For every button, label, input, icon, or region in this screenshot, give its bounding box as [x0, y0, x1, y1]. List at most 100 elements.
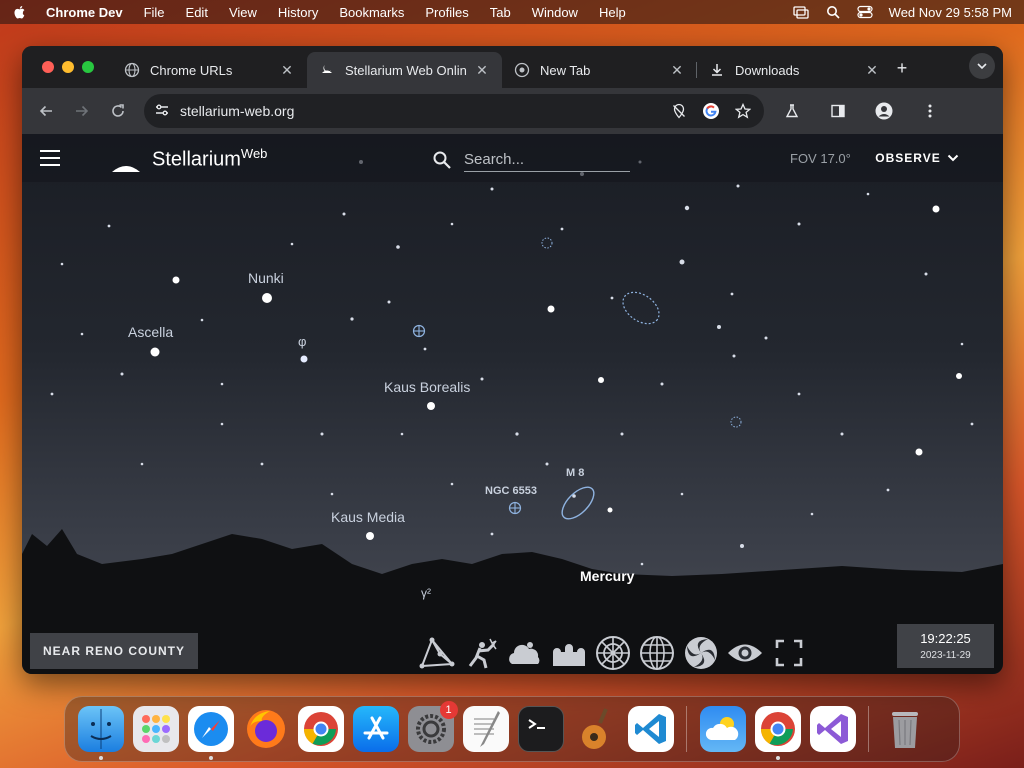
location-button[interactable]: NEAR RENO COUNTY	[30, 633, 198, 669]
star-label-ascella[interactable]: Ascella	[128, 324, 173, 340]
search-icon[interactable]	[432, 150, 452, 170]
close-tab-icon[interactable]: ✕	[669, 62, 685, 78]
dock-chrome[interactable]	[297, 706, 344, 752]
hamburger-menu-icon[interactable]	[40, 150, 60, 166]
menu-bookmarks[interactable]: Bookmarks	[339, 5, 404, 20]
dock-firefox[interactable]	[243, 706, 289, 752]
menu-edit[interactable]: Edit	[186, 5, 208, 20]
deep-sky-objects-icon[interactable]	[682, 634, 720, 672]
azimuthal-grid-icon[interactable]	[594, 634, 632, 672]
side-panel-icon[interactable]	[824, 97, 852, 125]
dock-garageband[interactable]	[573, 706, 619, 752]
dso-label-m8[interactable]: M 8	[566, 467, 584, 479]
minimize-window-button[interactable]	[62, 61, 74, 73]
landscape-icon[interactable]	[550, 634, 588, 672]
profile-icon[interactable]	[870, 97, 898, 125]
site-info-icon[interactable]	[154, 102, 170, 121]
chrome-dev-icon	[760, 712, 795, 746]
url-text[interactable]: stellarium-web.org	[180, 103, 658, 119]
close-window-button[interactable]	[42, 61, 54, 73]
forward-button[interactable]	[68, 97, 96, 125]
tab-new-tab[interactable]: New Tab ✕	[502, 52, 697, 88]
atmosphere-icon[interactable]	[506, 634, 544, 672]
dock-system-settings[interactable]: 1	[407, 701, 458, 752]
spotlight-search-icon[interactable]	[825, 5, 841, 19]
sky-view[interactable]: StellariumWeb FOV 17.0° OBSERVE Nunki As…	[22, 134, 1003, 674]
chrome-icon	[303, 712, 338, 746]
dock-finder[interactable]	[77, 706, 124, 760]
more-menu-icon[interactable]	[916, 97, 944, 125]
menu-window[interactable]: Window	[532, 5, 578, 20]
tab-downloads[interactable]: Downloads ✕	[697, 52, 892, 88]
reload-icon	[112, 104, 124, 117]
star-label-gamma2[interactable]: γ²	[421, 586, 431, 600]
dock-separator	[868, 706, 869, 752]
apple-icon[interactable]	[12, 4, 28, 20]
datetime-button[interactable]: 19:22:25 2023-11-29	[897, 624, 994, 668]
dock-safari[interactable]	[187, 706, 234, 760]
constellation-art-icon[interactable]	[462, 634, 500, 672]
fullscreen-icon[interactable]	[770, 634, 808, 672]
firefox-icon	[246, 710, 285, 748]
google-icon[interactable]	[700, 100, 722, 122]
menubar-clock[interactable]: Wed Nov 29 5:58 PM	[889, 5, 1012, 20]
bookmark-star-icon[interactable]	[732, 100, 754, 122]
menu-tab[interactable]: Tab	[490, 5, 511, 20]
zoom-window-button[interactable]	[82, 61, 94, 73]
chevron-down-icon	[947, 154, 958, 162]
observe-button[interactable]: OBSERVE	[866, 142, 968, 174]
planet-label-mercury[interactable]: Mercury	[580, 568, 634, 584]
terminal-icon	[527, 719, 545, 729]
dock-app-store[interactable]	[352, 706, 399, 752]
download-icon	[709, 62, 725, 78]
dock-textedit[interactable]	[462, 706, 509, 752]
location-off-icon[interactable]	[668, 100, 690, 122]
dock-terminal[interactable]	[517, 706, 564, 752]
back-button[interactable]	[32, 97, 60, 125]
dock-trash[interactable]	[882, 706, 928, 752]
dso-label-ngc6553[interactable]: NGC 6553	[485, 485, 537, 497]
search-input[interactable]	[464, 148, 630, 172]
close-tab-icon[interactable]: ✕	[474, 62, 490, 78]
equatorial-grid-icon[interactable]	[638, 634, 676, 672]
search-box	[432, 146, 632, 174]
close-tab-icon[interactable]: ✕	[279, 62, 295, 78]
star-label-phi[interactable]: φ	[298, 334, 306, 349]
night-mode-eye-icon[interactable]	[726, 634, 764, 672]
labs-flask-icon[interactable]	[778, 97, 806, 125]
vscode-icon	[634, 714, 666, 744]
dock-vscode[interactable]	[627, 706, 674, 752]
tab-stellarium[interactable]: Stellarium Web Onlin ✕	[307, 52, 502, 88]
star-field[interactable]	[22, 134, 1003, 674]
menu-app-name[interactable]: Chrome Dev	[46, 5, 123, 20]
tab-search-button[interactable]	[969, 53, 995, 79]
screen-mirroring-icon[interactable]	[793, 5, 809, 19]
close-tab-icon[interactable]: ✕	[864, 62, 880, 78]
tab-chrome-urls[interactable]: Chrome URLs ✕	[112, 52, 307, 88]
address-bar[interactable]: stellarium-web.org	[144, 94, 764, 128]
brand-title: StellariumWeb	[152, 146, 268, 171]
tab-title: Chrome URLs	[150, 62, 233, 78]
menu-file[interactable]: File	[144, 5, 165, 20]
control-center-icon[interactable]	[857, 5, 873, 19]
reload-button[interactable]	[104, 97, 132, 125]
constellation-lines-icon[interactable]	[418, 634, 456, 672]
dock-weather[interactable]	[699, 706, 746, 752]
new-tab-button[interactable]: +	[892, 58, 912, 79]
observe-label: OBSERVE	[875, 151, 941, 165]
menu-profiles[interactable]: Profiles	[425, 5, 468, 20]
dock-visual-studio[interactable]	[809, 706, 856, 752]
browser-toolbar: stellarium-web.org	[22, 88, 1003, 134]
star-label-nunki[interactable]: Nunki	[248, 270, 284, 286]
visual-studio-icon	[816, 714, 848, 744]
dock-chrome-dev[interactable]	[754, 706, 801, 760]
menu-history[interactable]: History	[278, 5, 318, 20]
star-label-kaus-media[interactable]: Kaus Media	[331, 509, 405, 525]
stellarium-logo	[110, 144, 142, 174]
dock-launchpad[interactable]	[132, 706, 179, 752]
tab-title: Stellarium Web Onlin	[345, 62, 467, 78]
menu-help[interactable]: Help	[599, 5, 626, 20]
star-label-kaus-borealis[interactable]: Kaus Borealis	[384, 379, 470, 395]
chrome-icon	[514, 62, 530, 78]
menu-view[interactable]: View	[229, 5, 257, 20]
